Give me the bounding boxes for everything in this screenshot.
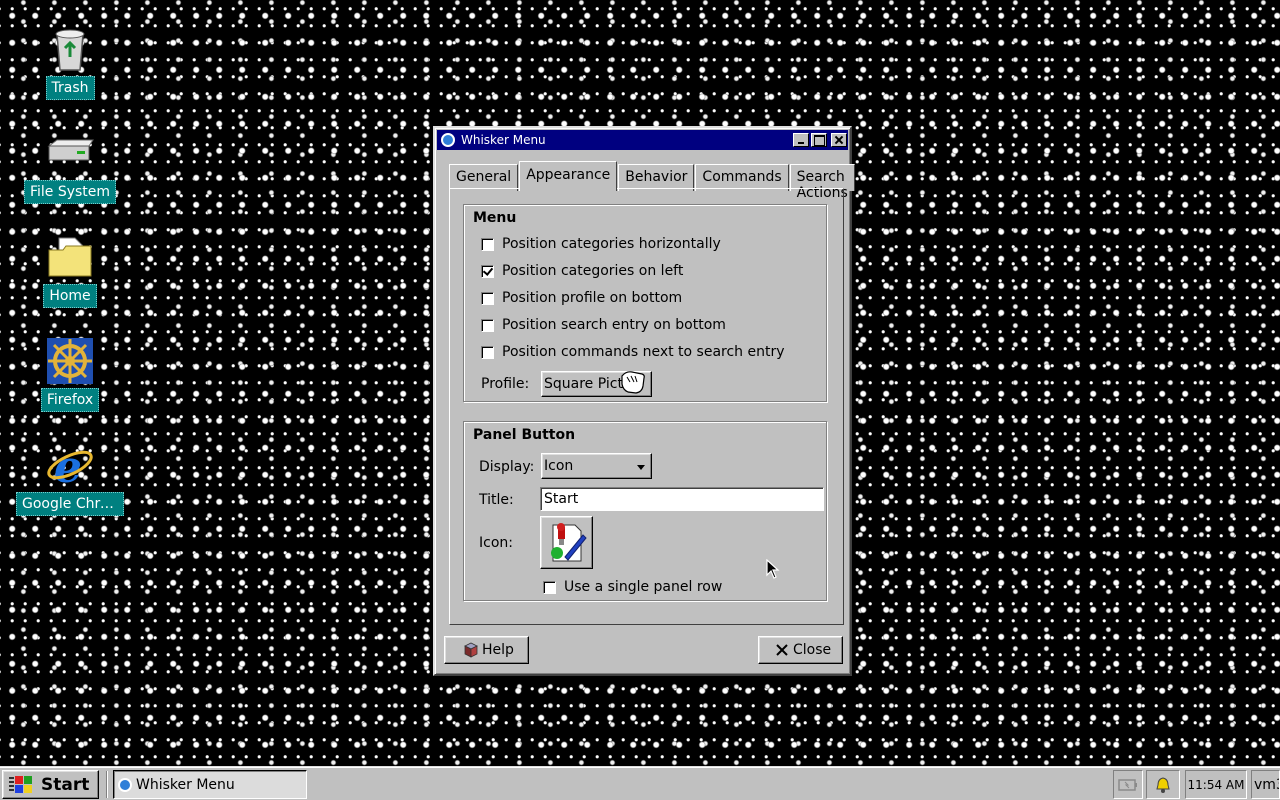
desktop-icon-label: Firefox: [40, 388, 100, 412]
checkbox[interactable]: [481, 345, 494, 359]
checkbox[interactable]: [481, 291, 494, 305]
close-window-button[interactable]: [831, 133, 847, 147]
appearance-panel: Menu Position categories horizontally Po…: [449, 188, 844, 625]
close-button[interactable]: Close: [758, 636, 843, 664]
display-dropdown[interactable]: Icon: [541, 453, 652, 479]
option-label: Position search entry on bottom: [502, 317, 726, 333]
option-commands-next-to-search[interactable]: Position commands next to search entry: [481, 344, 785, 360]
chevron-down-icon: [637, 465, 645, 470]
minimize-button[interactable]: [793, 133, 809, 147]
option-label: Position categories on left: [502, 263, 684, 279]
trash-icon: [45, 24, 95, 74]
taskbar-item-label: Whisker Menu: [136, 776, 235, 793]
windows-flag-icon: [9, 775, 32, 793]
tray-host[interactable]: vm3: [1251, 770, 1280, 799]
desktop-icon-label: File System: [23, 180, 117, 204]
desktop-icon-label: Home: [43, 284, 97, 308]
tray-clock[interactable]: 11:54 AM: [1185, 770, 1247, 799]
desktop-icon-file-system[interactable]: File System: [15, 128, 125, 208]
folder-icon: [45, 232, 95, 282]
checkbox[interactable]: [543, 580, 556, 594]
panel-button-section-title: Panel Button: [473, 427, 576, 443]
display-value: Icon: [544, 458, 574, 474]
clock-text: 11:54 AM: [1187, 777, 1245, 792]
option-label: Position profile on bottom: [502, 290, 683, 306]
option-search-entry-on-bottom[interactable]: Position search entry on bottom: [481, 317, 726, 333]
tab-appearance[interactable]: Appearance: [519, 161, 618, 191]
checkbox[interactable]: [481, 237, 494, 251]
host-text: vm3: [1254, 776, 1279, 793]
option-profile-on-bottom[interactable]: Position profile on bottom: [481, 290, 682, 306]
drive-icon: [45, 128, 95, 178]
hand-pointer-icon: [621, 371, 645, 394]
help-book-icon: [464, 642, 478, 658]
desktop-icon-firefox[interactable]: Firefox: [15, 336, 125, 416]
tab-search-actions[interactable]: Search Actions: [789, 164, 855, 201]
ship-wheel-icon: [45, 336, 95, 386]
option-single-panel-row[interactable]: Use a single panel row: [543, 579, 722, 595]
tray-battery[interactable]: [1113, 770, 1143, 799]
help-button[interactable]: Help: [444, 636, 529, 664]
close-label: Close: [793, 642, 832, 658]
desktop-icon-label: Trash: [45, 76, 95, 100]
menu-section-title: Menu: [473, 210, 517, 226]
option-categories-on-left[interactable]: Position categories on left: [481, 263, 683, 279]
checkbox-checked[interactable]: [481, 264, 494, 278]
option-label: Position categories horizontally: [502, 236, 721, 252]
desktop-icon-google-chrome[interactable]: e Google Chro...: [15, 440, 125, 520]
title-label: Title:: [479, 492, 514, 508]
help-label: Help: [482, 642, 514, 658]
title-input[interactable]: Start: [540, 487, 824, 511]
profile-label: Profile:: [481, 376, 530, 392]
desktop-icon-home[interactable]: Home: [15, 232, 125, 312]
svg-text:e: e: [54, 442, 82, 490]
window-title: Whisker Menu: [461, 133, 546, 147]
start-label: Start: [41, 774, 90, 795]
whisker-app-icon: [118, 777, 132, 792]
browser-e-icon: e: [45, 440, 95, 493]
option-label: Use a single panel row: [564, 579, 723, 595]
maximize-button[interactable]: [811, 133, 827, 147]
battery-icon: [1118, 778, 1137, 791]
checkbox[interactable]: [481, 318, 494, 332]
close-x-icon: [776, 644, 788, 656]
tray-notifications[interactable]: [1146, 770, 1180, 799]
title-bar[interactable]: Whisker Menu: [437, 130, 848, 150]
desktop-icon-trash[interactable]: Trash: [15, 24, 125, 104]
taskbar-separator: [106, 771, 108, 798]
taskbar: Start Whisker Menu 11:54 AM vm3: [0, 766, 1280, 800]
taskbar-item-whisker-menu[interactable]: Whisker Menu: [113, 770, 307, 799]
tab-general[interactable]: General: [449, 164, 519, 191]
paint-tools-icon: [550, 522, 587, 561]
bell-icon: [1156, 776, 1170, 793]
tab-behavior[interactable]: Behavior: [618, 164, 695, 191]
option-label: Position commands next to search entry: [502, 344, 785, 360]
whisker-app-icon: [441, 133, 455, 147]
title-input-value: Start: [544, 491, 579, 507]
tab-commands[interactable]: Commands: [695, 164, 789, 191]
icon-picker-button[interactable]: [540, 516, 593, 569]
tab-bar: General Appearance Behavior Commands Sea…: [449, 161, 856, 201]
whisker-menu-window: Whisker Menu General Appearance Behavior…: [433, 126, 855, 676]
display-label: Display:: [479, 459, 535, 475]
mouse-pointer-icon: [766, 559, 780, 579]
option-categories-horizontally[interactable]: Position categories horizontally: [481, 236, 721, 252]
start-button[interactable]: Start: [2, 770, 99, 799]
desktop-icon-label: Google Chro...: [16, 492, 124, 516]
icon-label: Icon:: [479, 535, 513, 551]
